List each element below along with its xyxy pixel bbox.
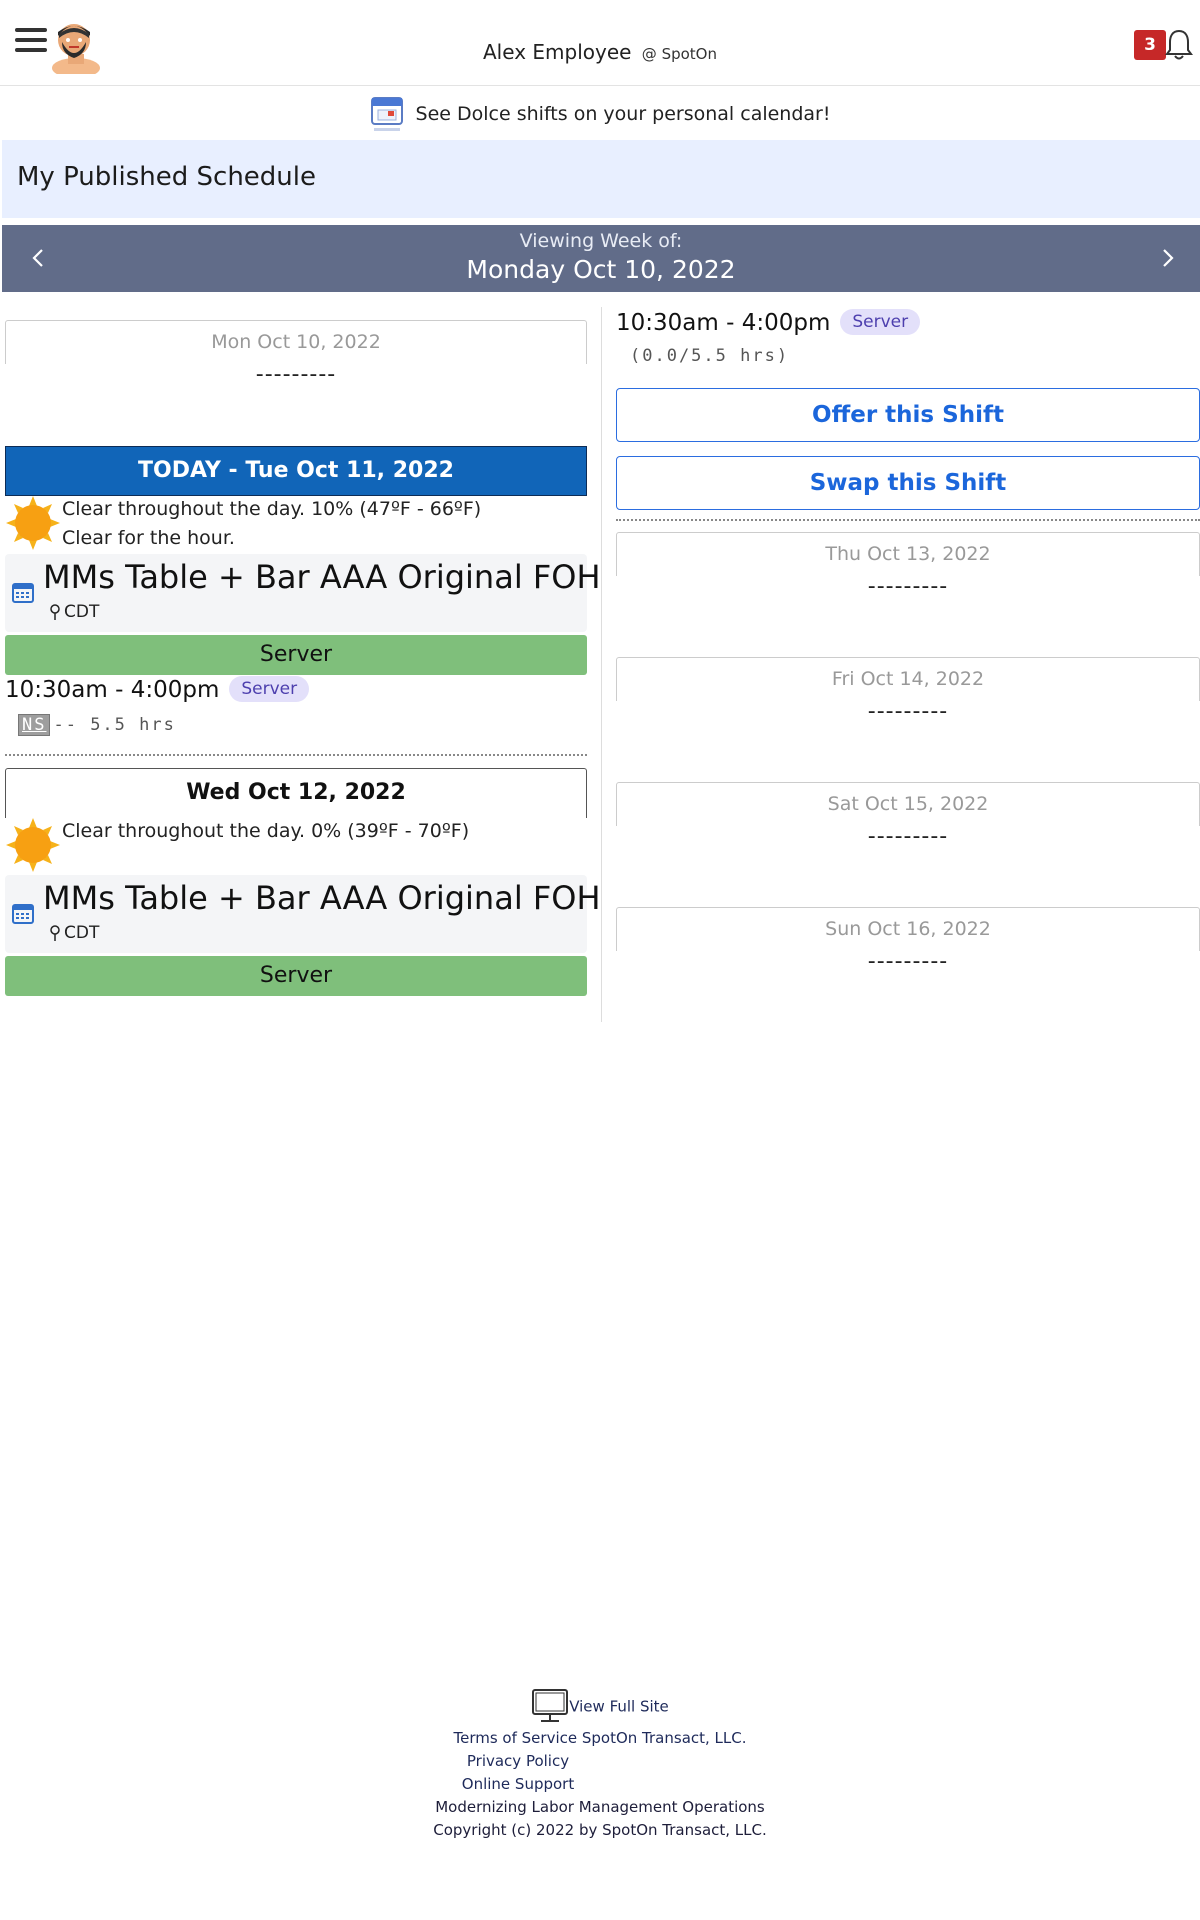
hours-text: -- 5.5 hrs <box>53 715 176 735</box>
company-link[interactable]: SpotOn Transact, LLC. <box>582 1729 747 1747</box>
timezone-label: CDT <box>49 923 99 943</box>
day-header-sun[interactable]: Sun Oct 16, 2022 <box>616 907 1200 951</box>
view-full-site-text: View Full Site <box>569 1697 669 1715</box>
footer-tagline: Modernizing Labor Management Operations <box>435 1798 765 1816</box>
org-name: @ SpotOn <box>641 45 717 63</box>
role-bar-wed: Server <box>5 956 587 996</box>
view-full-site-link[interactable]: View Full Site <box>531 1689 669 1722</box>
calendar-icon <box>12 583 34 603</box>
day-empty-thu: --------- <box>867 574 949 599</box>
desktop-monitor-icon <box>532 1689 569 1722</box>
weather-wed: Clear throughout the day. 0% (39ºF - 70º… <box>62 817 469 846</box>
day-header-sat[interactable]: Sat Oct 15, 2022 <box>616 782 1200 826</box>
chevron-right-icon[interactable] <box>1152 243 1182 273</box>
shift-hours-wed: (0.0/5.5 hrs) <box>630 346 790 366</box>
timezone-text: CDT <box>64 923 100 943</box>
role-pill: Server <box>840 309 921 335</box>
online-support-link[interactable]: Online Support <box>462 1775 574 1793</box>
weather-today-line1: Clear throughout the day. 10% (47ºF - 66… <box>62 498 482 520</box>
week-date: Monday Oct 10, 2022 <box>466 255 736 284</box>
shift-time-text: 10:30am - 4:00pm <box>616 310 831 336</box>
page-title-bar: My Published Schedule <box>2 140 1200 218</box>
separator <box>5 754 587 756</box>
user-name-label: Alex Employee @ SpotOn <box>0 40 1200 64</box>
timezone-text: CDT <box>64 602 100 622</box>
page-title: My Published Schedule <box>17 162 316 192</box>
week-navigator: Viewing Week of: Monday Oct 10, 2022 <box>2 225 1200 292</box>
map-pin-icon <box>50 604 60 620</box>
day-header-mon[interactable]: Mon Oct 10, 2022 <box>5 320 587 364</box>
shift-time-text: 10:30am - 4:00pm <box>5 677 220 703</box>
offer-shift-button[interactable]: Offer this Shift <box>616 388 1200 442</box>
privacy-policy-link[interactable]: Privacy Policy <box>467 1752 569 1770</box>
role-pill: Server <box>229 676 310 702</box>
day-empty-sun: --------- <box>867 949 949 974</box>
day-empty-sat: --------- <box>867 824 949 849</box>
day-header-fri[interactable]: Fri Oct 14, 2022 <box>616 657 1200 701</box>
map-pin-icon <box>50 925 60 941</box>
location-name: MMs Table + Bar AAA Original FOH <box>43 879 601 917</box>
day-header-thu[interactable]: Thu Oct 13, 2022 <box>616 532 1200 576</box>
location-name: MMs Table + Bar AAA Original FOH <box>43 558 601 596</box>
weather-wed-line1: Clear throughout the day. 0% (39ºF - 70º… <box>62 820 470 842</box>
weather-today: Clear throughout the day. 10% (47ºF - 66… <box>62 495 481 553</box>
app-header: Alex Employee @ SpotOn 3 <box>0 0 1200 86</box>
page: Alex Employee @ SpotOn 3 See Dolce shift… <box>0 0 1200 1920</box>
location-card-wed[interactable]: MMs Table + Bar AAA Original FOH CDT <box>5 875 601 953</box>
day-empty-fri: --------- <box>867 699 949 724</box>
day-header-wed[interactable]: Wed Oct 12, 2022 <box>5 768 587 818</box>
footer-copyright: Copyright (c) 2022 by SpotOn Transact, L… <box>433 1821 767 1839</box>
sun-icon <box>6 496 60 550</box>
swap-shift-button[interactable]: Swap this Shift <box>616 456 1200 510</box>
timezone-label: CDT <box>49 602 99 622</box>
weather-today-line2: Clear for the hour. <box>62 527 235 549</box>
calendar-banner-text: See Dolce shifts on your personal calend… <box>415 103 831 125</box>
notification-count-badge[interactable]: 3 <box>1134 30 1166 60</box>
sun-icon <box>6 818 60 872</box>
column-divider <box>601 307 602 1022</box>
shift-time-today[interactable]: 10:30am - 4:00pm Server <box>5 676 310 703</box>
shift-time-wed[interactable]: 10:30am - 4:00pm Server <box>616 309 921 336</box>
calendar-icon <box>12 904 34 924</box>
shift-hours-today: NS -- 5.5 hrs <box>18 714 176 736</box>
bell-icon[interactable] <box>1164 28 1194 62</box>
day-empty-mon: --------- <box>255 362 337 387</box>
separator <box>616 519 1200 521</box>
personal-calendar-banner[interactable]: See Dolce shifts on your personal calend… <box>0 94 1200 138</box>
terms-of-service-link[interactable]: Terms of Service <box>453 1729 577 1747</box>
no-show-badge: NS <box>18 714 51 736</box>
location-card-today[interactable]: MMs Table + Bar AAA Original FOH CDT <box>5 554 601 632</box>
day-header-today[interactable]: TODAY - Tue Oct 11, 2022 <box>5 446 587 496</box>
user-name: Alex Employee <box>483 40 632 64</box>
role-bar-today: Server <box>5 635 587 675</box>
week-label: Viewing Week of: <box>519 230 683 252</box>
google-calendar-icon <box>370 97 403 131</box>
